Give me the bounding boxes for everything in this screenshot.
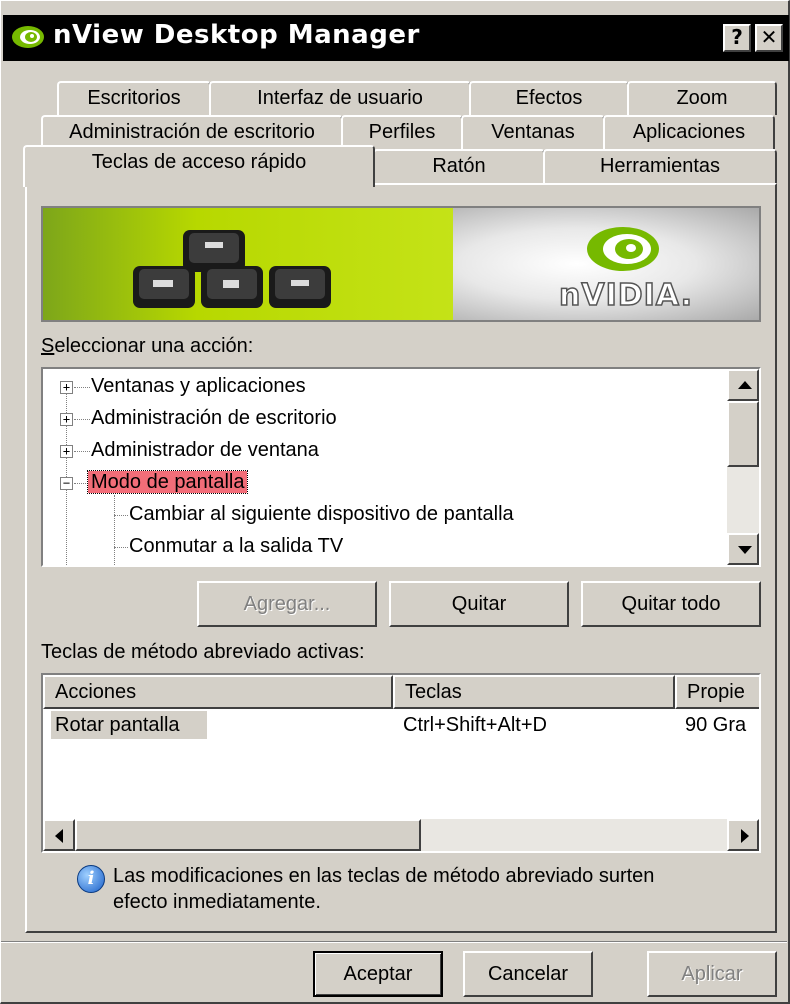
nvidia-logo-icon — [587, 227, 659, 271]
list-horizontal-scrollbar[interactable] — [43, 819, 759, 851]
footer-separator — [1, 941, 787, 943]
active-shortcuts-list[interactable]: Acciones Teclas Propie Rotar pantalla Ct… — [41, 673, 761, 853]
row-keys-cell[interactable]: Ctrl+Shift+Alt+D — [403, 711, 663, 739]
nvidia-eye-icon — [12, 26, 44, 48]
column-header-teclas[interactable]: Teclas — [393, 675, 675, 709]
column-header-acciones[interactable]: Acciones — [43, 675, 393, 709]
arrow-down-icon — [738, 546, 752, 554]
apply-button-label: Aplicar — [681, 963, 743, 985]
info-text-line2: efecto inmediatamente. — [113, 891, 321, 913]
add-button-label: Agregar... — [243, 593, 331, 615]
ok-button[interactable]: Aceptar — [313, 951, 443, 997]
scroll-down-button[interactable] — [727, 533, 759, 565]
cancel-button-label: Cancelar — [487, 963, 569, 985]
tree-line — [114, 515, 128, 516]
ok-button-label: Aceptar — [343, 963, 413, 985]
tree-line — [114, 495, 115, 565]
expand-icon[interactable]: + — [60, 445, 73, 458]
tab-efectos[interactable]: Efectos — [469, 81, 629, 115]
active-shortcuts-label: Teclas de método abreviado activas: — [41, 641, 365, 663]
close-button[interactable]: ✕ — [755, 24, 783, 52]
tab-administracion-de-escritorio[interactable]: Administración de escritorio — [41, 115, 343, 149]
expand-icon[interactable]: + — [60, 381, 73, 394]
arrow-left-icon — [55, 829, 63, 843]
tab-perfiles[interactable]: Perfiles — [341, 115, 463, 149]
title-bar[interactable]: nView Desktop Manager ? ✕ — [3, 15, 789, 61]
arrow-right-icon — [741, 829, 749, 843]
scroll-up-button[interactable] — [727, 369, 759, 401]
cancel-button[interactable]: Cancelar — [463, 951, 593, 997]
help-button[interactable]: ? — [723, 24, 751, 52]
column-header-propiedades[interactable]: Propie — [675, 675, 759, 709]
tree-item-cambiar-dispositivo[interactable]: Cambiar al siguiente dispositivo de pant… — [129, 500, 514, 528]
nvidia-wordmark: nVIDIA. — [558, 277, 693, 314]
info-text-line1: Las modificaciones en las teclas de méto… — [113, 865, 655, 887]
tab-interfaz-de-usuario[interactable]: Interfaz de usuario — [209, 81, 471, 115]
window-title: nView Desktop Manager — [53, 20, 420, 50]
tree-item-ventanas-y-aplicaciones[interactable]: Ventanas y aplicaciones — [91, 372, 306, 400]
tree-item-conmutar-salida-tv[interactable]: Conmutar a la salida TV — [129, 532, 343, 560]
row-props-cell[interactable]: 90 Gra — [685, 711, 759, 739]
apply-button[interactable]: Aplicar — [647, 951, 777, 997]
selected-highlight: Modo de pantalla — [86, 470, 249, 494]
arrow-up-icon — [738, 381, 752, 389]
expand-icon[interactable]: + — [60, 413, 73, 426]
tab-ventanas[interactable]: Ventanas — [461, 115, 605, 149]
nview-dialog: nView Desktop Manager ? ✕ Escritorios In… — [0, 0, 790, 1004]
tree-vertical-scrollbar[interactable] — [727, 369, 759, 565]
tab-aplicaciones[interactable]: Aplicaciones — [603, 115, 775, 149]
tab-raton[interactable]: Ratón — [373, 149, 545, 183]
scroll-thumb[interactable] — [75, 819, 421, 851]
tree-line — [74, 451, 90, 452]
header-banner: nVIDIA. — [41, 206, 761, 322]
select-action-label: Seleccionar una acción: — [41, 335, 254, 357]
row-action-cell[interactable]: Rotar pantalla — [51, 711, 207, 739]
tree-line — [114, 547, 128, 548]
tab-zoom[interactable]: Zoom — [627, 81, 777, 115]
scroll-left-button[interactable] — [43, 819, 75, 851]
tree-line — [74, 419, 90, 420]
tab-herramientas[interactable]: Herramientas — [543, 149, 777, 183]
remove-all-button-label: Quitar todo — [621, 593, 721, 615]
remove-button-label: Quitar — [451, 593, 507, 615]
collapse-icon[interactable]: − — [60, 477, 73, 490]
tab-escritorios[interactable]: Escritorios — [57, 81, 211, 115]
tree-item-modo-de-pantalla[interactable]: Modo de pantalla — [86, 468, 249, 496]
action-tree[interactable]: + Ventanas y aplicaciones + Administraci… — [41, 367, 761, 567]
tree-line — [74, 387, 90, 388]
tree-item-administracion-de-escritorio[interactable]: Administración de escritorio — [91, 404, 337, 432]
tree-item-administrador-de-ventana[interactable]: Administrador de ventana — [91, 436, 319, 464]
tab-teclas-de-acceso-rapido[interactable]: Teclas de acceso rápido — [23, 145, 375, 187]
scroll-thumb[interactable] — [727, 401, 759, 467]
select-action-label-rest: eleccionar una acción: — [54, 335, 254, 357]
keyboard-keys-icon — [133, 230, 331, 308]
remove-button[interactable]: Quitar — [389, 581, 569, 627]
info-icon: i — [77, 865, 105, 893]
remove-all-button[interactable]: Quitar todo — [581, 581, 761, 627]
tree-line — [74, 483, 88, 484]
add-button[interactable]: Agregar... — [197, 581, 377, 627]
scroll-right-button[interactable] — [727, 819, 759, 851]
